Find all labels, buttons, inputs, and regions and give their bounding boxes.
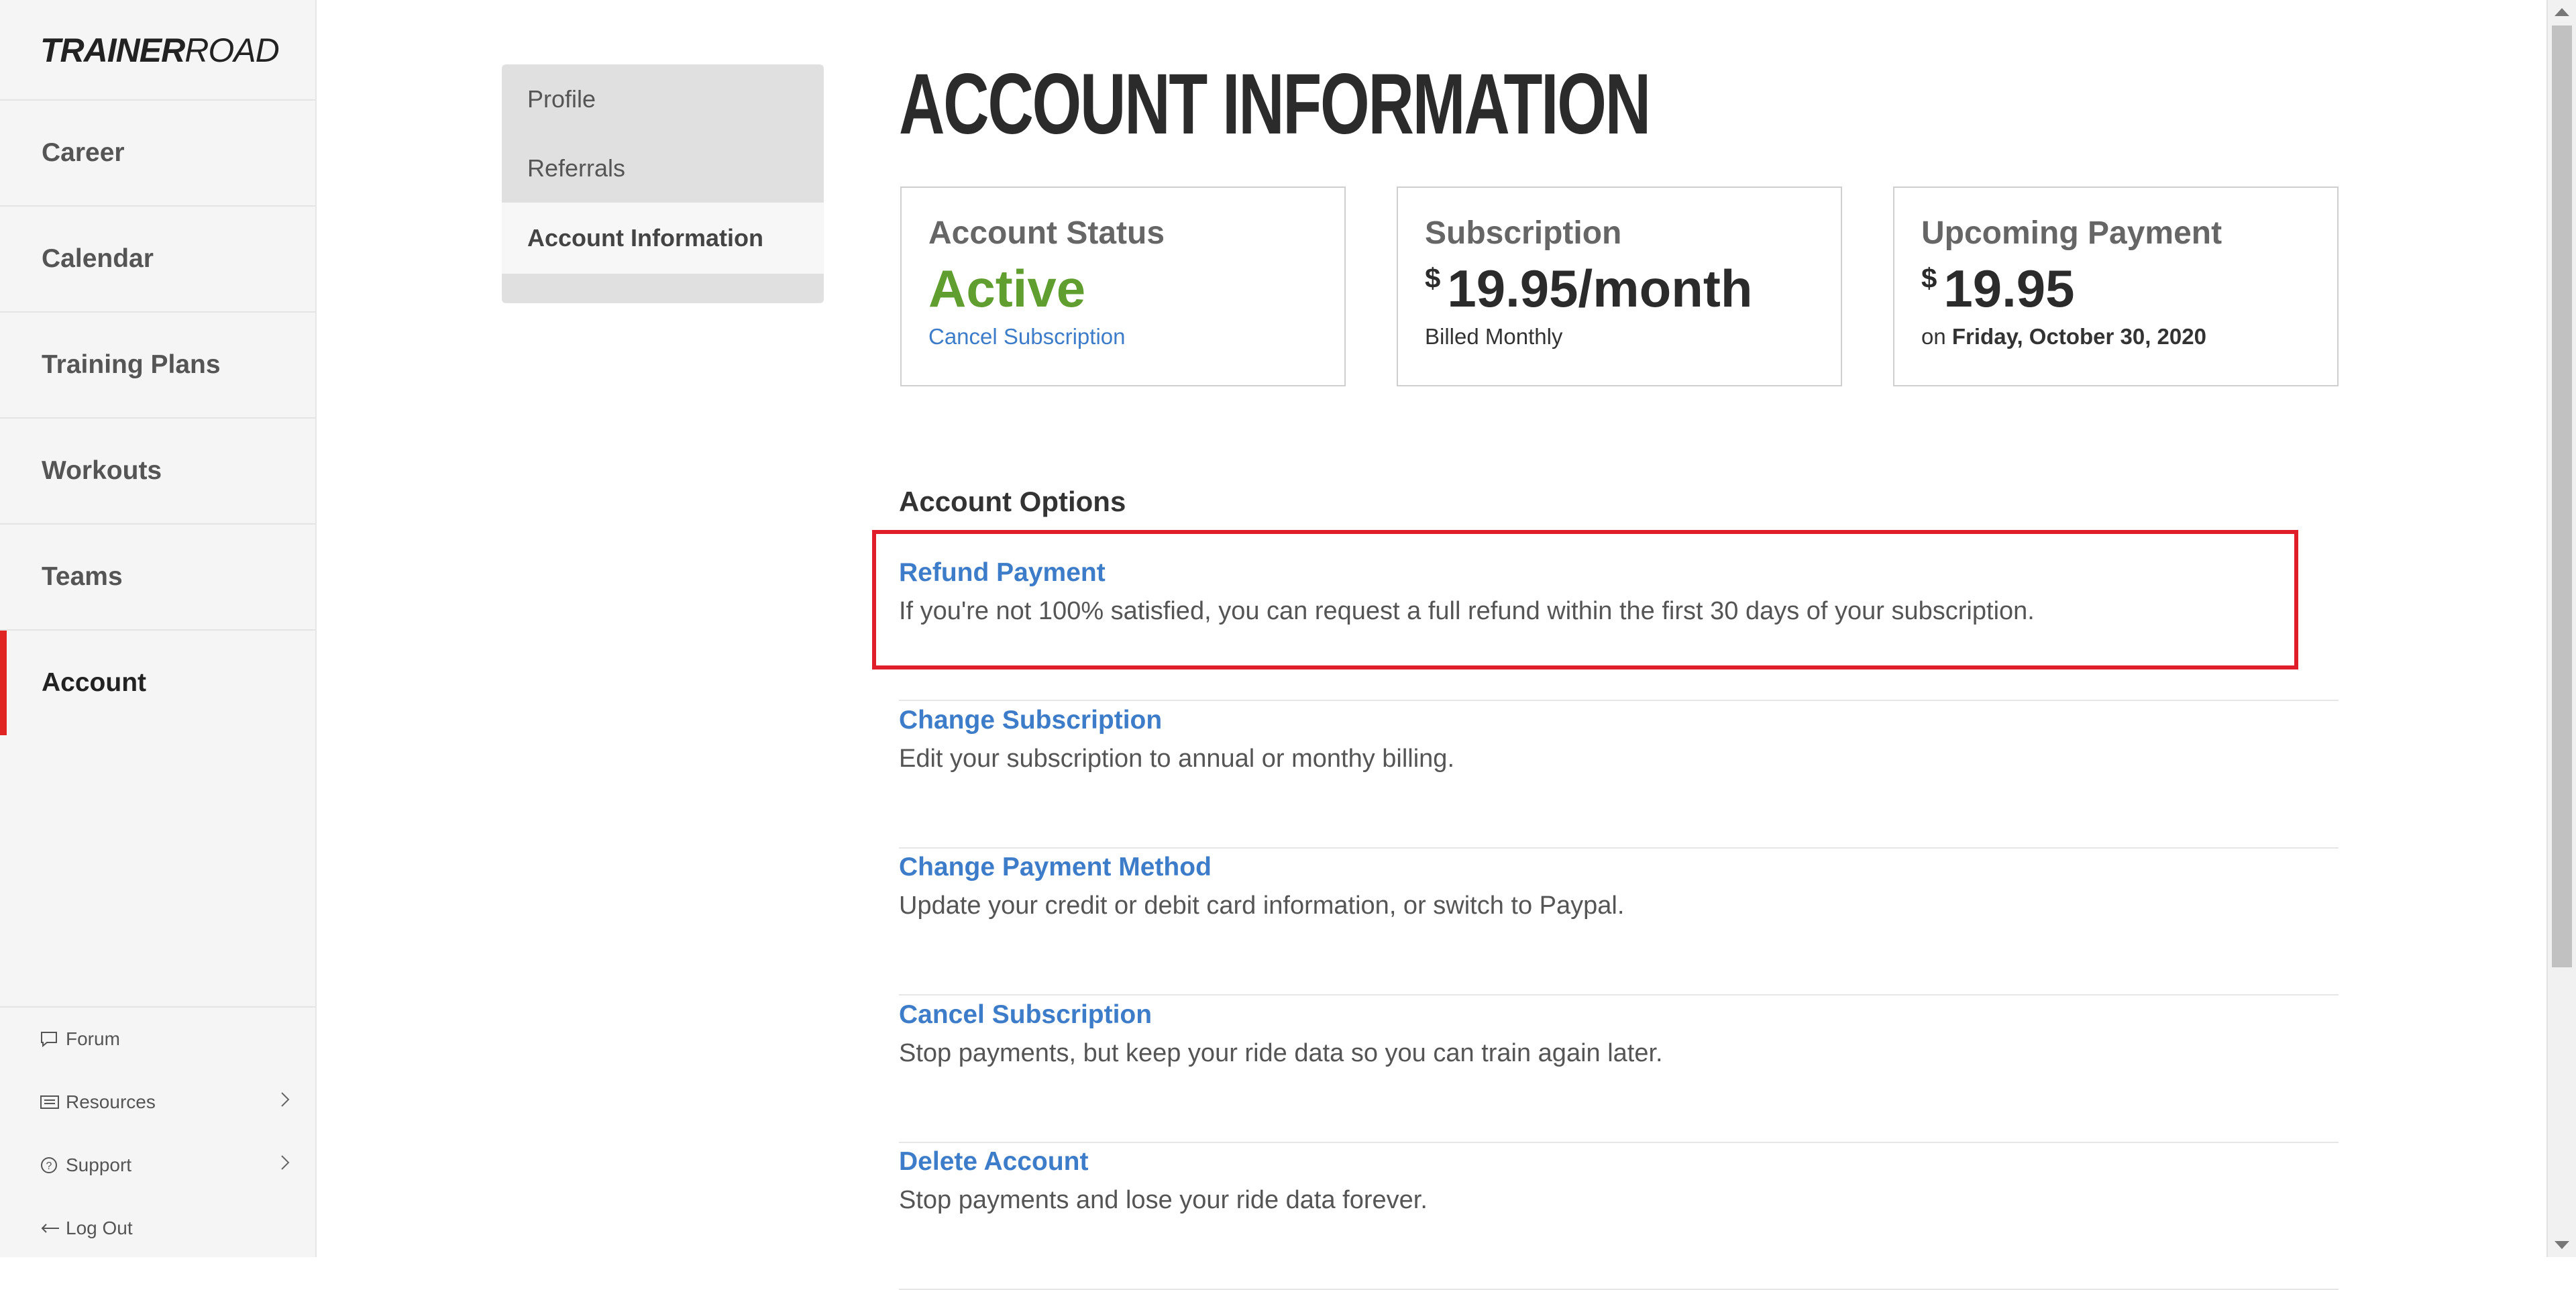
billing-frequency: Billed Monthly [1425, 324, 1563, 349]
cancel-subscription-option-link[interactable]: Cancel Subscription [899, 1000, 2339, 1030]
page-scrollbar[interactable] [2546, 0, 2576, 1257]
currency-symbol: $ [1425, 262, 1441, 294]
payment-amount: 19.95 [1943, 259, 2075, 318]
footer-label: Resources [66, 1091, 156, 1112]
sidebar-item-label: Workouts [42, 456, 162, 485]
upcoming-payment-card: Upcoming Payment $19.95 on Friday, Octob… [1893, 186, 2339, 386]
chevron-right-icon [280, 1154, 290, 1175]
subscription-card: Subscription $19.95/month Billed Monthly [1397, 186, 1842, 386]
sidebar-footer: Forum Resources ? Support Log Out [0, 1006, 315, 1260]
sidebar-item-label: Calendar [42, 244, 154, 273]
sidebar-item-teams[interactable]: Teams [0, 523, 315, 629]
sidebar-footer-logout[interactable]: Log Out [0, 1197, 315, 1260]
payment-price: $19.95 [1921, 262, 2310, 315]
subscription-price: $19.95/month [1425, 262, 1814, 315]
trainerroad-logo[interactable]: TRAINERROAD [40, 31, 280, 70]
delete-account-link[interactable]: Delete Account [899, 1147, 2339, 1177]
subnav-label: Referrals [527, 154, 626, 182]
scroll-down-arrow-icon[interactable] [2555, 1241, 2569, 1249]
card-label: Account Status [928, 215, 1165, 251]
change-payment-method-link[interactable]: Change Payment Method [899, 853, 2339, 882]
subnav-label: Account Information [527, 224, 763, 252]
chat-bubble-icon [40, 1031, 66, 1047]
subnav-item-referrals[interactable]: Referrals [502, 133, 824, 203]
sidebar: TRAINERROAD Career Calendar Training Pla… [0, 0, 317, 1257]
page-title: ACCOUNT INFORMATION [899, 56, 1651, 152]
footer-label: Forum [66, 1028, 120, 1049]
option-description: Stop payments and lose your ride data fo… [899, 1186, 1428, 1214]
option-description: Update your credit or debit card informa… [899, 892, 1625, 920]
chevron-right-icon [280, 1091, 290, 1112]
payment-date: Friday, October 30, 2020 [1951, 324, 2206, 349]
highlight-box [872, 530, 2298, 669]
sidebar-item-training-plans[interactable]: Training Plans [0, 311, 315, 417]
option-change-payment-method: Change Payment Method Update your credit… [899, 849, 2339, 996]
sidebar-item-label: Career [42, 138, 125, 167]
option-cancel-subscription: Cancel Subscription Stop payments, but k… [899, 996, 2339, 1143]
cancel-subscription-link[interactable]: Cancel Subscription [928, 324, 1318, 350]
svg-text:?: ? [46, 1161, 52, 1172]
sidebar-item-workouts[interactable]: Workouts [0, 417, 315, 523]
sidebar-footer-forum[interactable]: Forum [0, 1008, 315, 1071]
subscription-amount: 19.95/month [1447, 259, 1753, 318]
payment-date-line: on Friday, October 30, 2020 [1921, 324, 2310, 350]
account-status-value: Active [928, 259, 1086, 318]
card-label: Upcoming Payment [1921, 215, 2222, 251]
sidebar-nav: Career Calendar Training Plans Workouts … [0, 99, 315, 735]
footer-label: Support [66, 1154, 132, 1175]
scrollbar-thumb[interactable] [2552, 25, 2572, 967]
arrow-left-icon [40, 1222, 66, 1234]
sidebar-item-label: Account [42, 668, 146, 697]
change-subscription-link[interactable]: Change Subscription [899, 706, 2339, 735]
option-description: Stop payments, but keep your ride data s… [899, 1039, 1663, 1067]
option-change-subscription: Change Subscription Edit your subscripti… [899, 702, 2339, 849]
currency-symbol: $ [1921, 262, 1937, 294]
sidebar-item-label: Training Plans [42, 350, 221, 379]
subnav-item-profile[interactable]: Profile [502, 64, 824, 133]
sidebar-item-career[interactable]: Career [0, 99, 315, 205]
sidebar-item-calendar[interactable]: Calendar [0, 205, 315, 311]
sidebar-item-account[interactable]: Account [0, 629, 315, 735]
option-delete-account: Delete Account Stop payments and lose yo… [899, 1143, 2339, 1290]
account-subnav: Profile Referrals Account Information [502, 64, 824, 303]
subnav-label: Profile [527, 85, 596, 113]
account-options-heading: Account Options [899, 486, 1126, 517]
subnav-item-account-information[interactable]: Account Information [502, 203, 824, 287]
logo-text-light: ROAD [184, 32, 279, 69]
card-label: Subscription [1425, 215, 1622, 251]
option-description: Edit your subscription to annual or mont… [899, 745, 1455, 773]
newspaper-icon [40, 1095, 66, 1110]
scroll-up-arrow-icon[interactable] [2555, 8, 2569, 16]
payment-date-prefix: on [1921, 324, 1946, 349]
logo-text-bold: TRAINER [40, 32, 185, 69]
sidebar-footer-resources[interactable]: Resources [0, 1071, 315, 1134]
sidebar-footer-support[interactable]: ? Support [0, 1134, 315, 1197]
account-status-card: Account Status Active Cancel Subscriptio… [900, 186, 1346, 386]
sidebar-item-label: Teams [42, 562, 123, 591]
question-circle-icon: ? [40, 1157, 66, 1174]
footer-label: Log Out [66, 1218, 133, 1238]
